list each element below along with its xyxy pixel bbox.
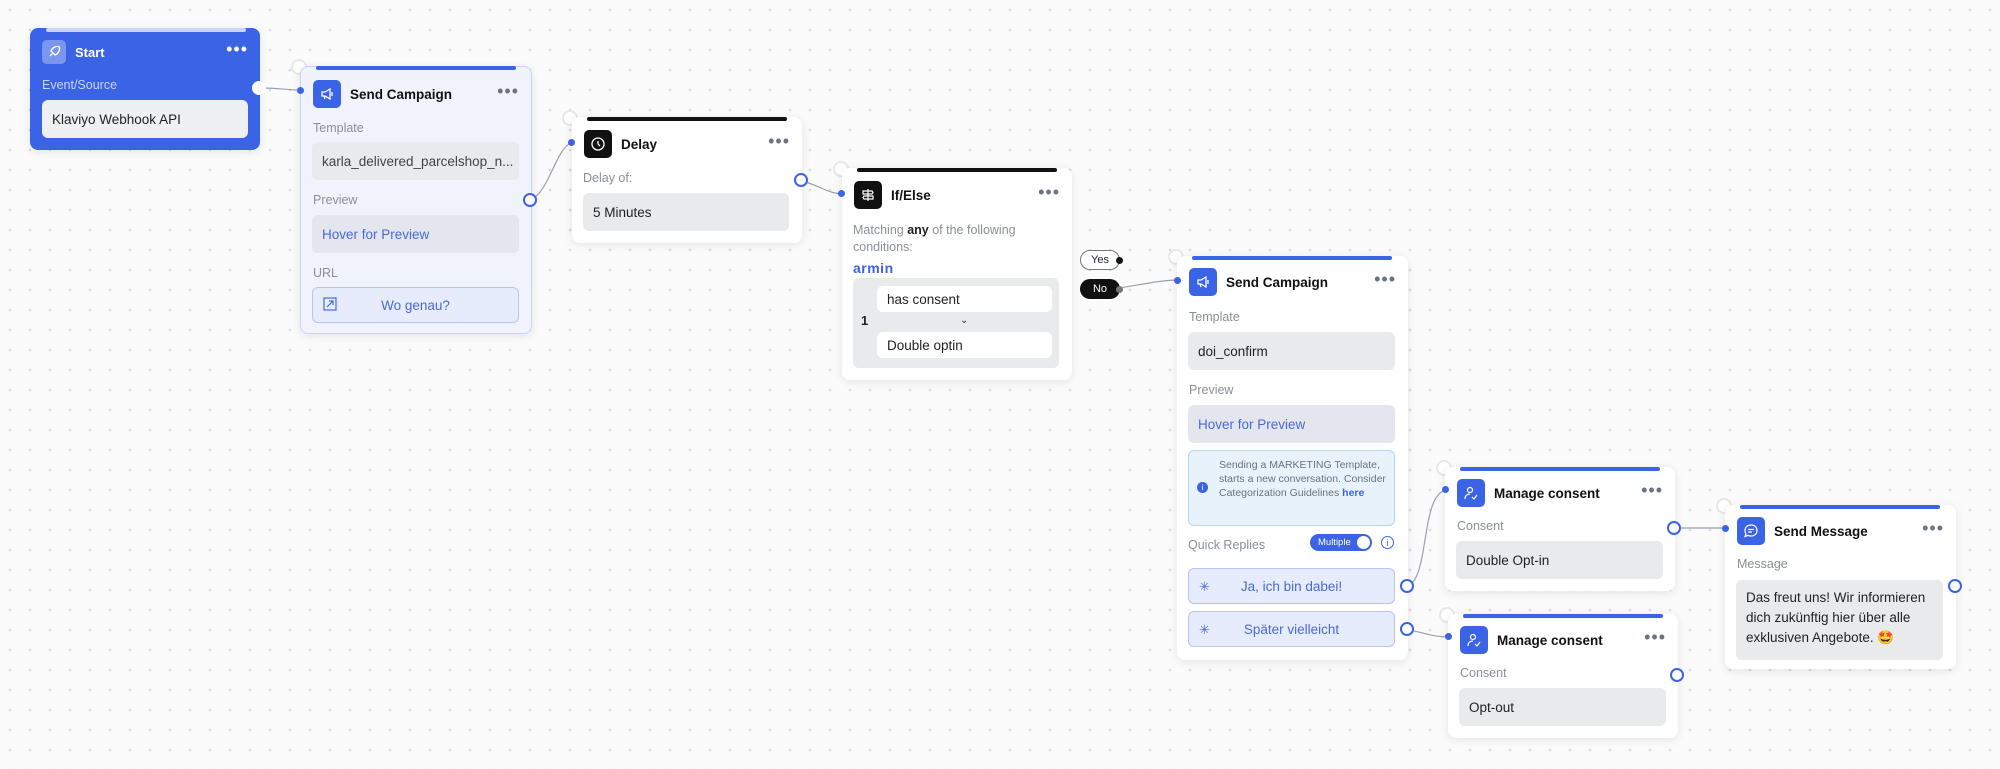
campaign1-preview-label: Preview [313,193,358,207]
start-title: Start [75,44,105,60]
ifelse-input-dot [838,190,845,197]
chevrons-down-icon: ⌄ [960,315,969,326]
sparkle-icon: ✳ [1199,579,1210,594]
user-consent-icon [1457,479,1485,507]
campaign1-menu-button[interactable]: ••• [497,82,519,102]
toggle-knob [1357,536,1370,549]
send-campaign-node-2[interactable]: Send Campaign ••• Template doi_confirm P… [1177,256,1414,660]
multiple-label: Multiple [1318,537,1351,548]
delay-node[interactable]: Delay ••• Delay of: 5 Minutes [572,117,808,243]
marketing-info-text: Sending a MARKETING Template, starts a n… [1219,459,1386,499]
send-campaign-node-1[interactable]: Send Campaign ••• Template karla_deliver… [300,66,537,334]
quick-reply-2-text: Später vielleicht [1243,621,1340,637]
start-source-label: Event/Source [42,78,118,92]
external-link-icon [323,297,337,314]
multiple-toggle[interactable]: Multiple [1310,534,1372,551]
consent2-value[interactable]: Opt-out [1459,688,1666,726]
campaign1-url-text: Wo genau? [381,297,450,313]
campaign1-template-label: Template [313,121,364,135]
campaign2-input-dot [1174,277,1181,284]
message-value[interactable]: Das freut uns! Wir informieren dich zukü… [1736,580,1943,660]
consent2-output-port[interactable] [1670,668,1684,682]
ifelse-node[interactable]: If/Else ••• Matching any of the followin… [842,168,1072,380]
ifelse-title: If/Else [891,187,931,203]
campaign1-url-button[interactable]: Wo genau? [312,287,519,323]
campaign1-template-value[interactable]: karla_delivered_parcelshop_n... [312,142,519,180]
message-label: Message [1737,557,1788,571]
delay-title: Delay [621,136,658,152]
user-consent-icon [1460,626,1488,654]
message-title: Send Message [1774,523,1868,539]
campaign1-title: Send Campaign [350,86,453,102]
campaign1-url-label: URL [313,266,339,280]
no-label: No [1092,283,1108,295]
start-source-value[interactable]: Klaviyo Webhook API [42,100,248,138]
ifelse-menu-button[interactable]: ••• [1038,183,1060,203]
campaign2-template-label: Template [1189,310,1240,324]
consent2-input-dot [1445,633,1452,640]
start-node[interactable]: Start ••• Event/Source Klaviyo Webhook A… [30,28,266,150]
start-output-port[interactable] [252,81,266,95]
campaign1-input-dot [297,87,304,94]
delay-label: Delay of: [583,171,633,185]
consent1-title: Manage consent [1494,485,1600,501]
manage-consent-node-1[interactable]: Manage consent ••• Consent Double Opt-in [1445,467,1681,591]
quick-replies-info-icon[interactable]: i [1381,536,1394,549]
delay-menu-button[interactable]: ••• [768,132,790,152]
message-output-port[interactable] [1948,579,1962,593]
quick-reply-2[interactable]: ✳ Später vielleicht [1188,611,1395,647]
no-branch-pill[interactable]: No [1080,279,1120,299]
consent2-menu-button[interactable]: ••• [1644,628,1666,648]
consent2-title: Manage consent [1497,632,1603,648]
clock-history-icon [584,130,612,158]
campaign2-template-value[interactable]: doi_confirm [1188,332,1395,370]
consent1-label: Consent [1457,519,1504,533]
campaign2-preview-label: Preview [1189,383,1234,397]
campaign1-output-port[interactable] [523,193,537,207]
delay-value[interactable]: 5 Minutes [583,193,789,231]
megaphone-icon [1189,268,1217,296]
no-port[interactable] [1116,286,1123,293]
condition-1[interactable]: has consent [877,286,1052,312]
manage-consent-node-2[interactable]: Manage consent ••• Consent Opt-out [1448,614,1684,738]
consent2-label: Consent [1460,666,1507,680]
yes-port[interactable] [1116,257,1123,264]
armin-logo: armin [853,260,894,276]
send-message-node[interactable]: Send Message ••• Message Das freut uns! … [1725,505,1962,669]
consent1-output-port[interactable] [1667,521,1681,535]
quick-reply-2-port[interactable] [1400,622,1414,636]
yes-label: Yes [1091,254,1109,266]
yes-branch-pill[interactable]: Yes [1080,250,1120,270]
campaign2-preview-value[interactable]: Hover for Preview [1188,405,1395,443]
message-menu-button[interactable]: ••• [1922,519,1944,539]
signpost-icon [854,181,882,209]
sparkle-icon: ✳ [1199,622,1210,637]
consent1-input-dot [1442,486,1449,493]
marketing-info-box: i Sending a MARKETING Template, starts a… [1188,450,1395,526]
quick-reply-1-text: Ja, ich bin dabei! [1240,578,1343,594]
campaign2-menu-button[interactable]: ••• [1374,270,1396,290]
condition-group: 1 has consent ⌄ Double optin [853,278,1059,368]
megaphone-icon [313,80,341,108]
delay-output-port[interactable] [794,173,808,187]
guidelines-link[interactable]: here [1342,487,1364,499]
rocket-icon [42,40,66,64]
info-icon: i [1197,482,1208,493]
quick-replies-label: Quick Replies [1188,538,1266,552]
chat-bubble-icon [1737,517,1765,545]
consent1-value[interactable]: Double Opt-in [1456,541,1663,579]
ifelse-matching-text: Matching any of the following conditions… [853,223,1016,254]
quick-reply-1[interactable]: ✳ Ja, ich bin dabei! [1188,568,1395,604]
campaign2-title: Send Campaign [1226,274,1329,290]
quick-reply-1-port[interactable] [1400,579,1414,593]
condition-row-number: 1 [861,313,869,328]
campaign1-preview-value[interactable]: Hover for Preview [312,215,519,253]
message-input-dot [1722,525,1729,532]
condition-2[interactable]: Double optin [877,332,1052,358]
consent1-menu-button[interactable]: ••• [1641,481,1663,501]
start-menu-button[interactable]: ••• [226,40,248,60]
delay-input-dot [568,139,575,146]
